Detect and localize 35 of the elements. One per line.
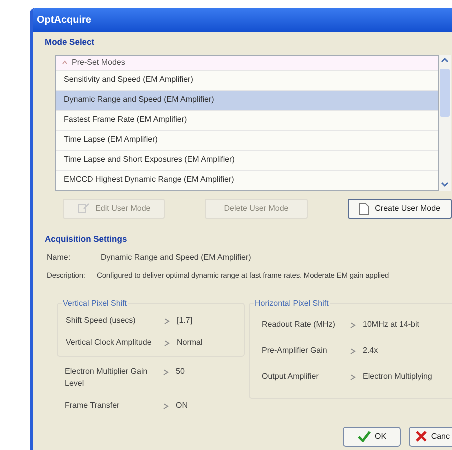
dialog-button[interactable]: OK — [343, 426, 402, 447]
setting-value: 2.4x — [363, 344, 378, 357]
setting-label: Frame Transfer — [65, 400, 121, 412]
setting-value: 10MHz at 14-bit — [363, 318, 420, 331]
setting-label: Shift Speed (usecs) — [66, 314, 137, 327]
list-header: Pre-Set Modes — [72, 56, 126, 69]
check-icon — [358, 431, 372, 442]
mode-list-item[interactable]: Dynamic Range and Speed (EM Amplifier) — [56, 90, 438, 110]
pencil-icon — [78, 203, 90, 214]
section-heading: Acquisition Settings — [44, 232, 128, 246]
setting-label: Output Amplifier — [262, 370, 320, 383]
setting-value: Normal — [177, 336, 203, 349]
mode-button[interactable]: Create User Mode — [348, 198, 452, 219]
mode-list-item[interactable]: Sensitivity and Speed (EM Amplifier) — [56, 70, 438, 90]
window-title: OptAcquire — [37, 14, 92, 28]
mode-list-item[interactable]: Time Lapse and Short Exposures (EM Amplifier) — [56, 150, 438, 170]
collapse-icon[interactable] — [62, 60, 68, 66]
setting-value: [1.7] — [177, 314, 193, 327]
field-label: Name: — [47, 252, 72, 264]
setting-value: 50 — [176, 366, 185, 378]
mode-list-item[interactable]: EMCCD Highest Dynamic Range (EM Amplifier) — [56, 170, 438, 190]
setting-label: Pre-Amplifier Gain — [262, 344, 328, 357]
document-icon — [359, 202, 370, 215]
name-value: Dynamic Range and Speed (EM Amplifier) — [101, 252, 252, 264]
setting-value: ON — [176, 400, 188, 412]
mode-list-item[interactable]: Time Lapse (EM Amplifier) — [56, 130, 438, 150]
setting-label: Electron Multiplier Gain Level — [65, 366, 149, 390]
setting-label: Readout Rate (MHz) — [262, 318, 336, 331]
cross-icon — [416, 431, 428, 442]
mode-list-item[interactable]: Fastest Frame Rate (EM Amplifier) — [56, 110, 438, 130]
setting-label: Vertical Clock Amplitude — [66, 336, 153, 349]
section-heading: Mode Select — [44, 36, 96, 49]
setting-value: Electron Multiplying — [363, 370, 432, 383]
dialog-button[interactable]: Canc — [409, 426, 452, 447]
scrollbar[interactable] — [439, 54, 451, 191]
